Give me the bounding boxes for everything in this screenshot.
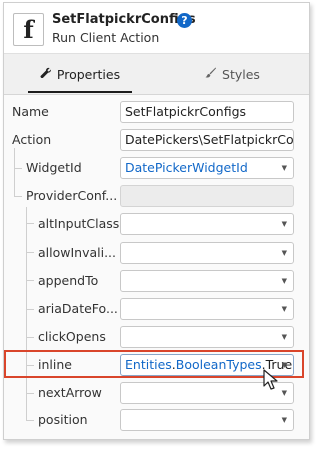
property-label: ProviderConf... — [26, 188, 118, 203]
property-row-clickopens: clickOpens ▼ — [4, 324, 309, 350]
appendto-select[interactable]: ▼ — [120, 270, 294, 292]
client-action-icon: f — [13, 13, 44, 46]
allowinvalid-select[interactable]: ▼ — [120, 242, 294, 264]
position-select[interactable]: ▼ — [120, 409, 294, 431]
property-row-altinputclass: altInputClass ▼ — [4, 211, 309, 237]
chevron-down-icon: ▼ — [281, 416, 287, 424]
chevron-down-icon: ▼ — [281, 164, 287, 172]
property-row-providerconf: ProviderConf... — [4, 183, 309, 209]
tab-styles[interactable]: Styles — [156, 54, 309, 94]
property-row-appendto: appendTo ▼ — [4, 268, 309, 294]
chevron-down-icon: ▼ — [281, 220, 287, 228]
tab-properties-label: Properties — [56, 66, 121, 82]
brush-icon — [205, 67, 217, 81]
property-label: nextArrow — [38, 385, 102, 400]
help-icon[interactable]: ? — [177, 13, 192, 28]
tab-properties[interactable]: Properties — [4, 54, 156, 94]
property-label: WidgetId — [26, 160, 82, 175]
wrench-icon — [40, 67, 51, 81]
property-label: Name — [12, 104, 49, 119]
clickopens-select[interactable]: ▼ — [120, 326, 294, 348]
altinputclass-select[interactable]: ▼ — [120, 213, 294, 235]
ariadateformat-select[interactable]: ▼ — [120, 298, 294, 320]
chevron-down-icon: ▼ — [281, 333, 287, 341]
property-label: appendTo — [38, 273, 99, 288]
widgetid-value: DatePickerWidgetId — [125, 160, 248, 175]
property-row-action: Action DatePickers\SetFlatpickrCo — [4, 127, 309, 153]
chevron-down-icon: ▼ — [281, 249, 287, 257]
property-row-allowinvalid: allowInvali... ▼ — [4, 240, 309, 266]
widgetid-select[interactable]: DatePickerWidgetId ▼ — [120, 157, 294, 179]
providerconf-field — [120, 185, 294, 207]
highlight-box — [4, 350, 304, 378]
element-title: SetFlatpickrConfigs — [52, 12, 196, 27]
property-label: altInputClass — [38, 216, 120, 231]
name-input[interactable]: SetFlatpickrConfigs — [120, 101, 294, 123]
property-label: allowInvali... — [38, 245, 117, 260]
property-row-position: position ▼ — [4, 407, 309, 433]
properties-panel: f SetFlatpickrConfigs ? Run Client Actio… — [3, 2, 310, 440]
chevron-down-icon: ▼ — [281, 305, 287, 313]
chevron-down-icon: ▼ — [281, 389, 287, 397]
tab-styles-label: Styles — [222, 66, 260, 82]
panel-header: f SetFlatpickrConfigs ? Run Client Actio… — [4, 3, 309, 53]
property-row-ariadateformat: ariaDateFo... ▼ — [4, 296, 309, 322]
active-tab-indicator — [28, 91, 132, 93]
property-label: ariaDateFo... — [38, 301, 118, 316]
chevron-down-icon: ▼ — [281, 277, 287, 285]
mouse-pointer-icon — [263, 369, 279, 394]
tab-bar: Properties Styles — [4, 53, 309, 95]
property-row-name: Name SetFlatpickrConfigs — [4, 99, 309, 125]
property-label: Action — [12, 132, 52, 147]
action-input[interactable]: DatePickers\SetFlatpickrCo — [120, 129, 294, 151]
property-label: position — [38, 412, 88, 427]
property-label: clickOpens — [38, 329, 106, 344]
property-row-widgetid: WidgetId DatePickerWidgetId ▼ — [4, 155, 309, 181]
element-subtitle: Run Client Action — [52, 30, 160, 45]
